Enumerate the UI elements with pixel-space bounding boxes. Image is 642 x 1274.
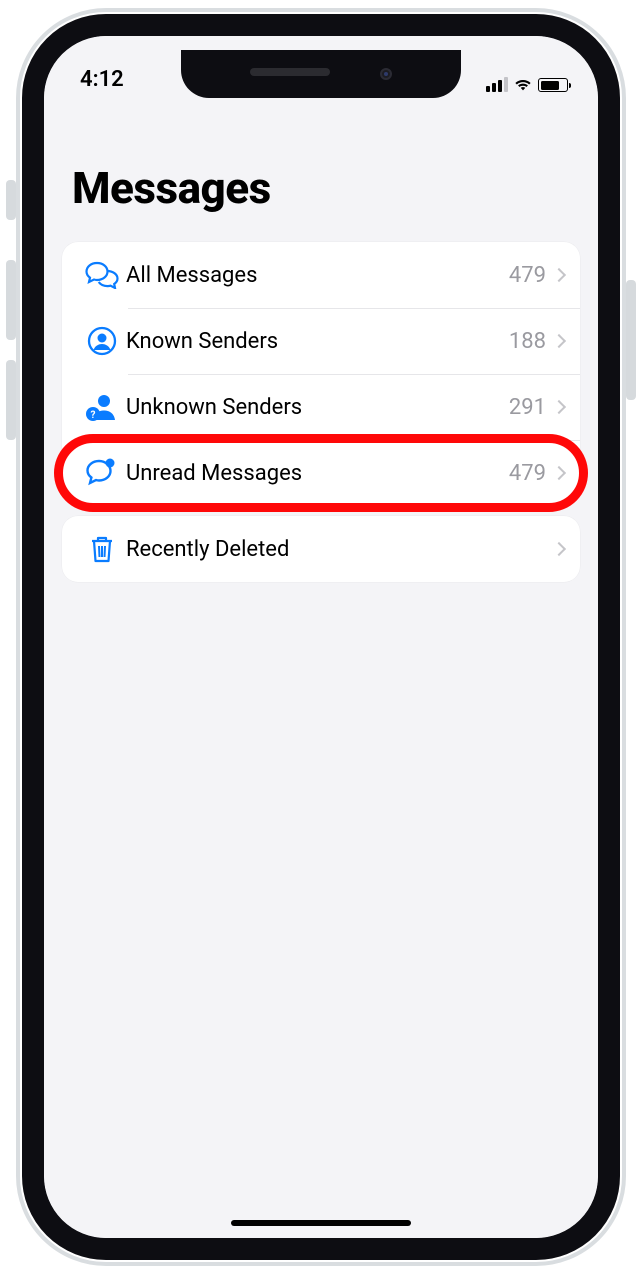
chat-unread-icon xyxy=(78,458,126,488)
row-count: 479 xyxy=(509,263,546,288)
status-time: 4:12 xyxy=(80,67,124,92)
row-label: Recently Deleted xyxy=(126,537,546,562)
row-label: Known Senders xyxy=(126,329,509,354)
phone-bezel: 4:12 Messages xyxy=(22,14,620,1260)
svg-text:?: ? xyxy=(91,410,96,421)
row-label: Unknown Senders xyxy=(126,395,509,420)
row-count: 479 xyxy=(509,461,546,486)
row-unknown-senders[interactable]: ? Unknown Senders 291 xyxy=(62,374,580,440)
chevron-right-icon xyxy=(552,466,566,480)
volume-up-button xyxy=(6,260,16,340)
person-circle-icon xyxy=(78,326,126,356)
home-indicator xyxy=(231,1220,411,1226)
chevron-right-icon xyxy=(552,334,566,348)
status-icons xyxy=(486,77,568,92)
battery-icon xyxy=(538,78,568,92)
row-label: All Messages xyxy=(126,263,509,288)
page-title: Messages xyxy=(44,96,598,232)
row-known-senders[interactable]: Known Senders 188 xyxy=(62,308,580,374)
status-bar: 4:12 xyxy=(44,36,598,96)
cellular-signal-icon xyxy=(486,77,508,92)
row-count: 188 xyxy=(509,329,546,354)
device-frame: 4:12 Messages xyxy=(0,0,642,1274)
row-label: Unread Messages xyxy=(126,461,509,486)
row-unread-messages[interactable]: Unread Messages 479 xyxy=(62,440,580,506)
volume-down-button xyxy=(6,360,16,440)
row-recently-deleted[interactable]: Recently Deleted xyxy=(62,516,580,582)
side-button xyxy=(626,280,636,400)
chevron-right-icon xyxy=(552,542,566,556)
mute-switch xyxy=(6,180,16,220)
filters-group: All Messages 479 Known Senders 188 xyxy=(62,242,580,506)
chevron-right-icon xyxy=(552,268,566,282)
row-count: 291 xyxy=(509,395,546,420)
wifi-icon xyxy=(514,78,532,92)
chat-bubbles-icon xyxy=(78,261,126,289)
chevron-right-icon xyxy=(552,400,566,414)
secondary-group: Recently Deleted xyxy=(62,516,580,582)
person-question-icon: ? xyxy=(78,392,126,422)
row-all-messages[interactable]: All Messages 479 xyxy=(62,242,580,308)
screen: 4:12 Messages xyxy=(44,36,598,1238)
trash-icon xyxy=(78,534,126,564)
